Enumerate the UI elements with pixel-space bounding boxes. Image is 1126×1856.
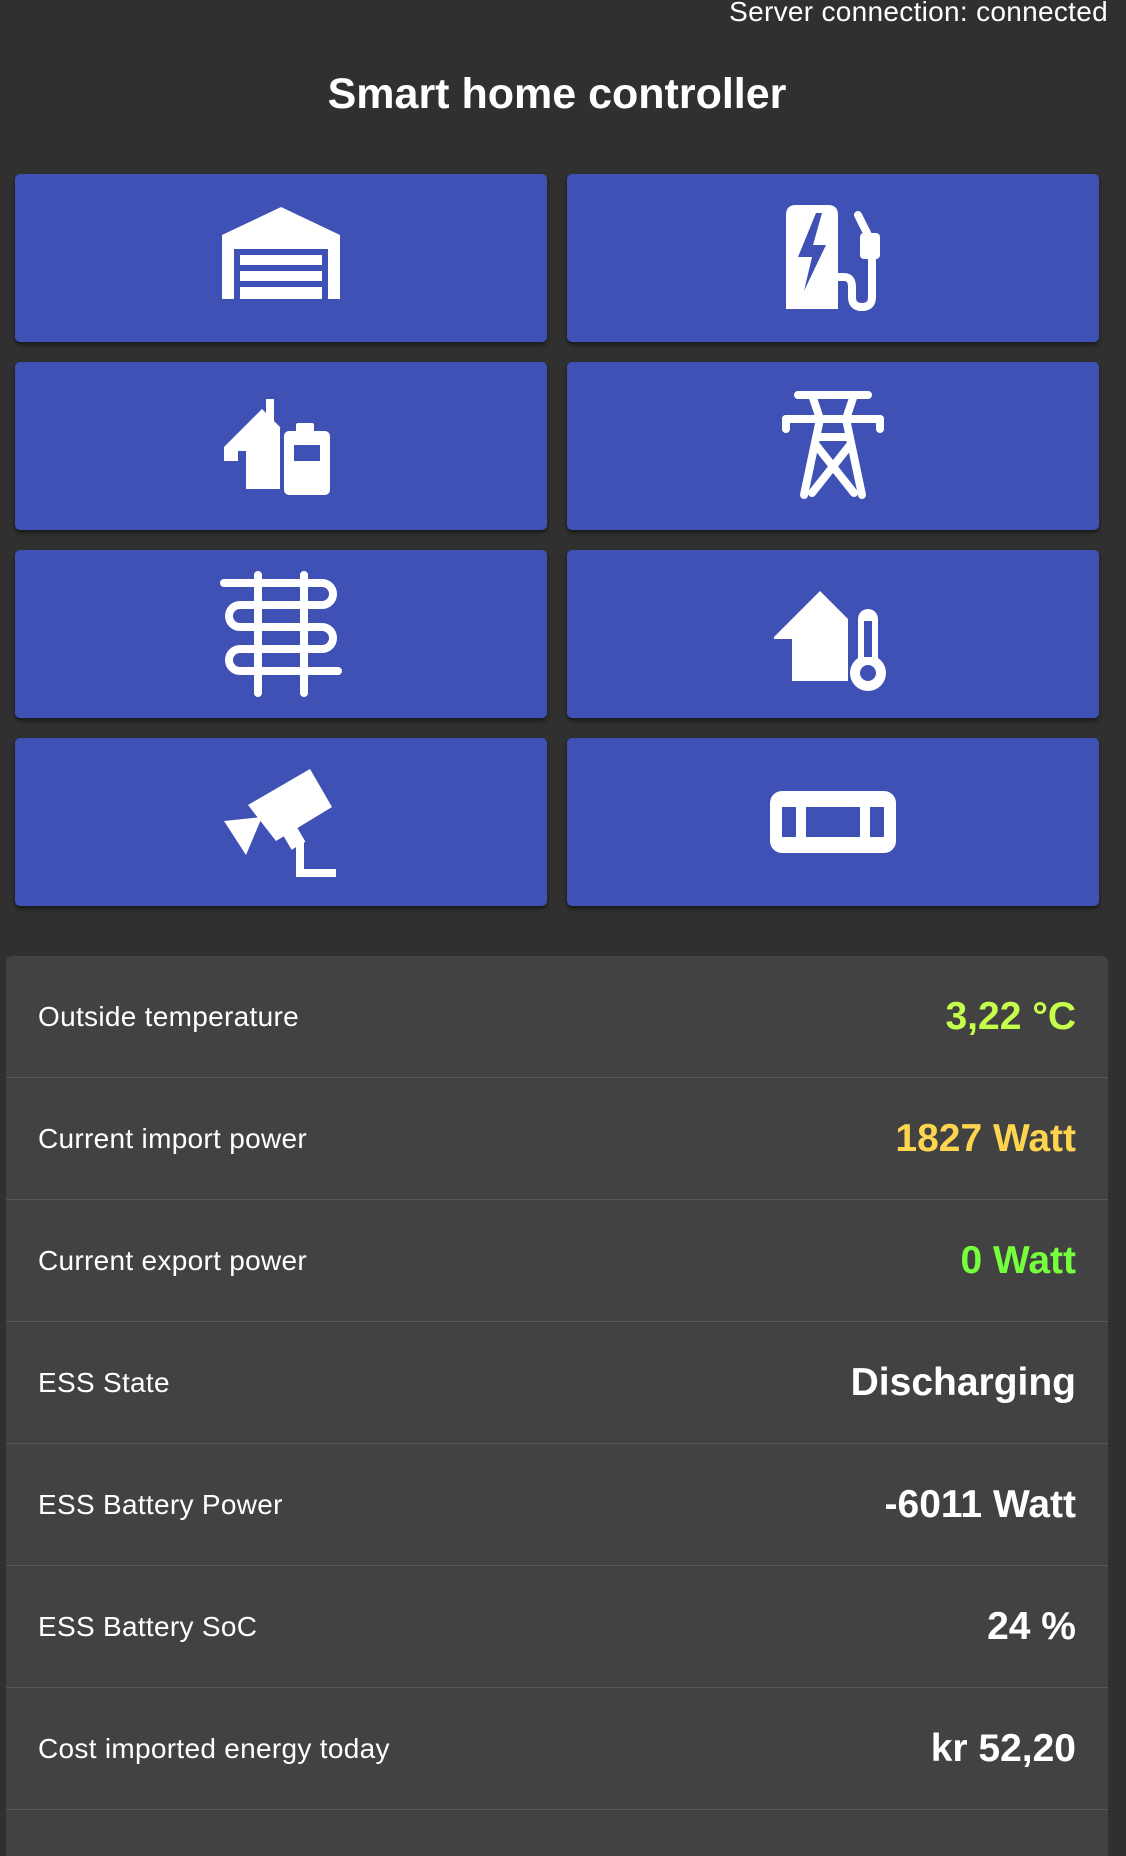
ess-battery-soc-label: ESS Battery SoC [38, 1610, 258, 1642]
ess-battery-soc-value: 24 % [987, 1604, 1076, 1648]
ess-battery-power-value: -6011 Watt [884, 1482, 1076, 1526]
indoor-climate-tile-button[interactable] [567, 550, 1099, 718]
home-battery-icon [224, 399, 330, 497]
current-import-power-row: Current import power 1827 Watt [6, 1078, 1108, 1200]
current-export-power-label: Current export power [38, 1244, 308, 1276]
garage-icon [222, 207, 340, 299]
current-export-power-value: 0 Watt [960, 1238, 1076, 1282]
security-camera-icon [224, 769, 336, 877]
ess-battery-power-row: ESS Battery Power -6011 Watt [6, 1444, 1108, 1566]
security-camera-tile-button[interactable] [15, 738, 547, 906]
ess-state-value: Discharging [850, 1360, 1076, 1404]
fuse-tile-button[interactable] [567, 738, 1099, 906]
home-thermometer-icon [774, 591, 886, 693]
current-import-power-value: 1827 Watt [895, 1116, 1076, 1160]
fuse-icon [770, 791, 896, 853]
ess-battery-soc-row: ESS Battery SoC 24 % [6, 1566, 1108, 1688]
tile-grid [15, 174, 1099, 906]
page-title: Smart home controller [327, 70, 787, 118]
power-pylon-icon [782, 391, 884, 499]
garage-tile-button[interactable] [15, 174, 547, 342]
outside-temperature-label: Outside temperature [38, 1000, 299, 1032]
outside-temperature-row: Outside temperature 3,22 °C [6, 956, 1108, 1078]
ess-battery-power-label: ESS Battery Power [38, 1488, 283, 1520]
status-panel: Outside temperature 3,22 °C Current impo… [6, 956, 1108, 1856]
floor-heating-icon [220, 571, 342, 697]
outside-temperature-value: 3,22 °C [945, 994, 1076, 1038]
ess-state-row: ESS State Discharging [6, 1322, 1108, 1444]
server-connection-status: Server connection: connected [729, 0, 1108, 27]
home-battery-tile-button[interactable] [15, 362, 547, 530]
ev-charger-icon [786, 205, 880, 311]
ess-state-label: ESS State [38, 1366, 170, 1398]
current-export-power-row: Current export power 0 Watt [6, 1200, 1108, 1322]
cost-imported-energy-row: Cost imported energy today kr 52,20 [6, 1688, 1108, 1810]
cost-imported-energy-label: Cost imported energy today [38, 1732, 390, 1764]
current-import-power-label: Current import power [38, 1122, 307, 1154]
floor-heating-tile-button[interactable] [15, 550, 547, 718]
cost-imported-energy-value: kr 52,20 [930, 1726, 1076, 1770]
ev-charger-tile-button[interactable] [567, 174, 1099, 342]
power-grid-tile-button[interactable] [567, 362, 1099, 530]
